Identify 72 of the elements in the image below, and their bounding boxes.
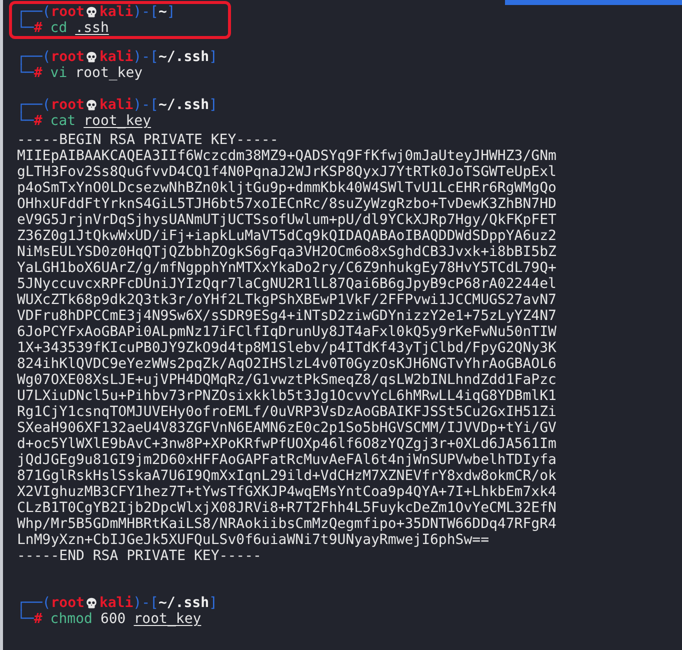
output-line: eV9G5JrjnVrDqSjhysUANmUTjUCTSsofUwlum+pU/dl9YCkXJRp7Hgy/QkFKpFET bbox=[17, 212, 556, 228]
output-line: gLTH3Fov2Ss8QuGfvvD4CQ1f4N0PqnaJ2WJrKSP8QyxJ7YtRTk0JoTSGWTeUpExl bbox=[17, 164, 556, 180]
output-line: NiMsEULYSD0z0HqQTjQZbbhZOgkS6gFqa3VH2OCm6o8xSghdCB3Jvxk+i8bBI5bZ bbox=[17, 244, 556, 260]
prompt-corner: └─ bbox=[17, 20, 34, 36]
prompt-host: kali bbox=[99, 49, 134, 65]
prompt-host: kali bbox=[99, 595, 134, 611]
output-line: Whp/Mr5B5GDmMHBRtKaiLS8/NRAokiibsCmMzQegmfipo+35DNTW66DDq47RFgR4 bbox=[17, 516, 556, 532]
prompt-user: root bbox=[50, 4, 84, 20]
prompt-host: kali bbox=[99, 4, 134, 20]
output-line: 5JNyccuvcxRPFcDUniJYIzQqr7laCgNU2R1lL87Qai6B6gJpyB9cP68rA02244el bbox=[17, 276, 556, 292]
output-line: jQdJGEg9u81GI9jm2D60xHFFAoGAPFatRcMuvAeFAl6t4njWnSUPVwbelhTDIyfa bbox=[17, 452, 556, 468]
output-line: U7LXiuDNcl5u+Pihbv73rPNZOsixkklb5t3Jg1OcvvYcL6hMRwLL4iqG8YDBmlK1 bbox=[17, 388, 556, 404]
prompt-bracket: ] bbox=[166, 4, 176, 20]
prompt-bracket: )-[ bbox=[133, 4, 158, 20]
output-line: VDFru8hDPCCmE3j4N9Sw6X/sSDR9ESg4+iNTsD2ziwGDYnizzY2e1+75zLyYZ4N7 bbox=[17, 308, 556, 324]
output-line: -----BEGIN RSA PRIVATE KEY----- bbox=[17, 132, 278, 148]
output-line: 1X+343539fKIcuPB0JY9ZkO9d4tp8M1Slebv/p4ITdKf43yTjClbd/FpyG2QNy3K bbox=[17, 340, 556, 356]
output-line: MIIEpAIBAAKCAQEA3IIf6Wczcdm38MZ9+QADSYq9FfKfwj0mJaUteyJHWHZ3/GNm bbox=[17, 148, 556, 164]
command-name: cat bbox=[50, 113, 76, 129]
prompt-symbol: # bbox=[34, 113, 42, 129]
command-name: cd bbox=[50, 20, 68, 36]
command-name: chmod bbox=[50, 611, 92, 627]
output-line: WUXcZTk68p9dk2Q3tk3r/oYHf2LTkgPShXBEwP1VkF/2FFPvwi1JCCMUGS27avN7 bbox=[17, 292, 556, 308]
command-argument: root_key bbox=[75, 65, 143, 81]
command-argument: root_key bbox=[84, 113, 152, 129]
prompt-user: root bbox=[50, 49, 84, 65]
output-line: p4oSmTxYnO0LDcsezwNhBZn0kljtGu9p+dmmKbk40W4SWlTvU1LcEHRr6RgWMgQo bbox=[17, 180, 556, 196]
command-argument: 600 bbox=[100, 611, 126, 627]
skull-icon bbox=[85, 596, 98, 610]
prompt-user: root bbox=[50, 595, 84, 611]
skull-icon bbox=[85, 50, 98, 64]
output-line: X2VIghuzMB3CFY1hez7T+tYwsTfGXKJP4wqEMsYntCoa9p4QYA+7I+LhkbEm7xk4 bbox=[17, 484, 556, 500]
prompt-symbol: # bbox=[34, 20, 42, 36]
skull-icon bbox=[85, 98, 98, 112]
prompt-bracket: ] bbox=[209, 49, 218, 65]
output-line: LnM9yXzn+CbIJGeJk5XUFQuLSv0f6uiaWNi7t9UNyayRmwejI6phSw== bbox=[17, 532, 490, 548]
prompt-bracket: ┌──( bbox=[17, 49, 51, 65]
output-line: CLzB1T0CgYB2Ijb2DpcWlxjX08JRVi8+R7T2Fhh4L5FuykcDeZm1OvYeCML32EfN bbox=[17, 500, 556, 516]
output-line: 871GglRskHslSskaA7U6I9QmXxIqnL29ild+VdCHzM7XZNEVfrY8xdw8okmCR/ok bbox=[17, 468, 556, 484]
skull-icon bbox=[85, 6, 98, 18]
output-line: Rg1CjY1csnqTOMJUVEHy0ofroEMLf/0uVRP3VsDzAoGBAIKFJSSt5Cu2GxIH51Zi bbox=[17, 404, 556, 420]
prompt-symbol: # bbox=[34, 611, 42, 627]
prompt-bracket: ┌──( bbox=[17, 97, 51, 113]
output-line: YaLGH1boX6UArZ/g/mfNgpphYnMTXxYkaDo2ry/C6Z9nhukgEy78HvY5TCdL79Q+ bbox=[17, 260, 556, 276]
command-argument: .ssh bbox=[75, 20, 109, 36]
output-line: Z36Z0g1JtQkwWxUD/iFj+iapkLuMaVT5dCq9kQIDAQABAoIBAQDDWdSDppYA6uz2 bbox=[17, 228, 556, 244]
prompt-bracket: )-[ bbox=[133, 49, 158, 65]
prompt-bracket: ] bbox=[209, 97, 218, 113]
command-name: vi bbox=[50, 65, 68, 81]
prompt-corner: └─ bbox=[17, 65, 34, 81]
output-line: 6JoPCYFxAoGBAPi0ALpmNz17iFClfIqDrunUy8JT4aFxl0kQ5y9rKeFwNu50nTIW bbox=[17, 324, 556, 340]
output-line: OHhxUFddFtYrknS4GiL5TJH6bt57xoIECnRc/8suZyWzgRzbo+TvDewK3ZhBN7HD bbox=[17, 196, 556, 212]
output-line: -----END RSA PRIVATE KEY----- bbox=[17, 548, 262, 564]
prompt-bracket: ┌──( bbox=[17, 4, 51, 20]
output-line: Wg07OXE08XsLJE+ujVPH4DQMqRz/G1vwztPkSmeqZ8/qsLW2bINLhndZdd1FaPzc bbox=[17, 372, 556, 388]
output-line: 824ihKlQVDC9eYezWWs2pqZk/AqO2IHSlzL4v0T0GyzOsKJH6NGTvYhrAoGBAOL6 bbox=[17, 356, 556, 372]
prompt-symbol: # bbox=[34, 65, 42, 81]
prompt-path: ~ bbox=[158, 4, 167, 20]
prompt-corner: └─ bbox=[17, 611, 34, 627]
prompt-bracket: )-[ bbox=[133, 97, 158, 113]
prompt-path: ~/.ssh bbox=[158, 49, 210, 65]
prompt-bracket: ┌──( bbox=[17, 595, 51, 611]
prompt-bracket: )-[ bbox=[133, 595, 158, 611]
output-line: SXeaH906XF132aeU4V83ZGFVnN6EAMN6zE0c2p1So5bHGVSCMM/IJVVDp+tYi/GV bbox=[17, 420, 556, 436]
prompt-path: ~/.ssh bbox=[158, 97, 210, 113]
command-argument: root_key bbox=[134, 611, 202, 627]
prompt-host: kali bbox=[99, 97, 134, 113]
output-line: d+oc5YlWXlE9bAvC+3nw8P+XPoKRfwPfUOXp46lf6O8zYQZgj3r+0XLd6JA561Im bbox=[17, 436, 556, 452]
prompt-corner: └─ bbox=[17, 113, 34, 129]
prompt-bracket: ] bbox=[209, 595, 218, 611]
prompt-path: ~/.ssh bbox=[158, 595, 210, 611]
prompt-user: root bbox=[50, 97, 84, 113]
